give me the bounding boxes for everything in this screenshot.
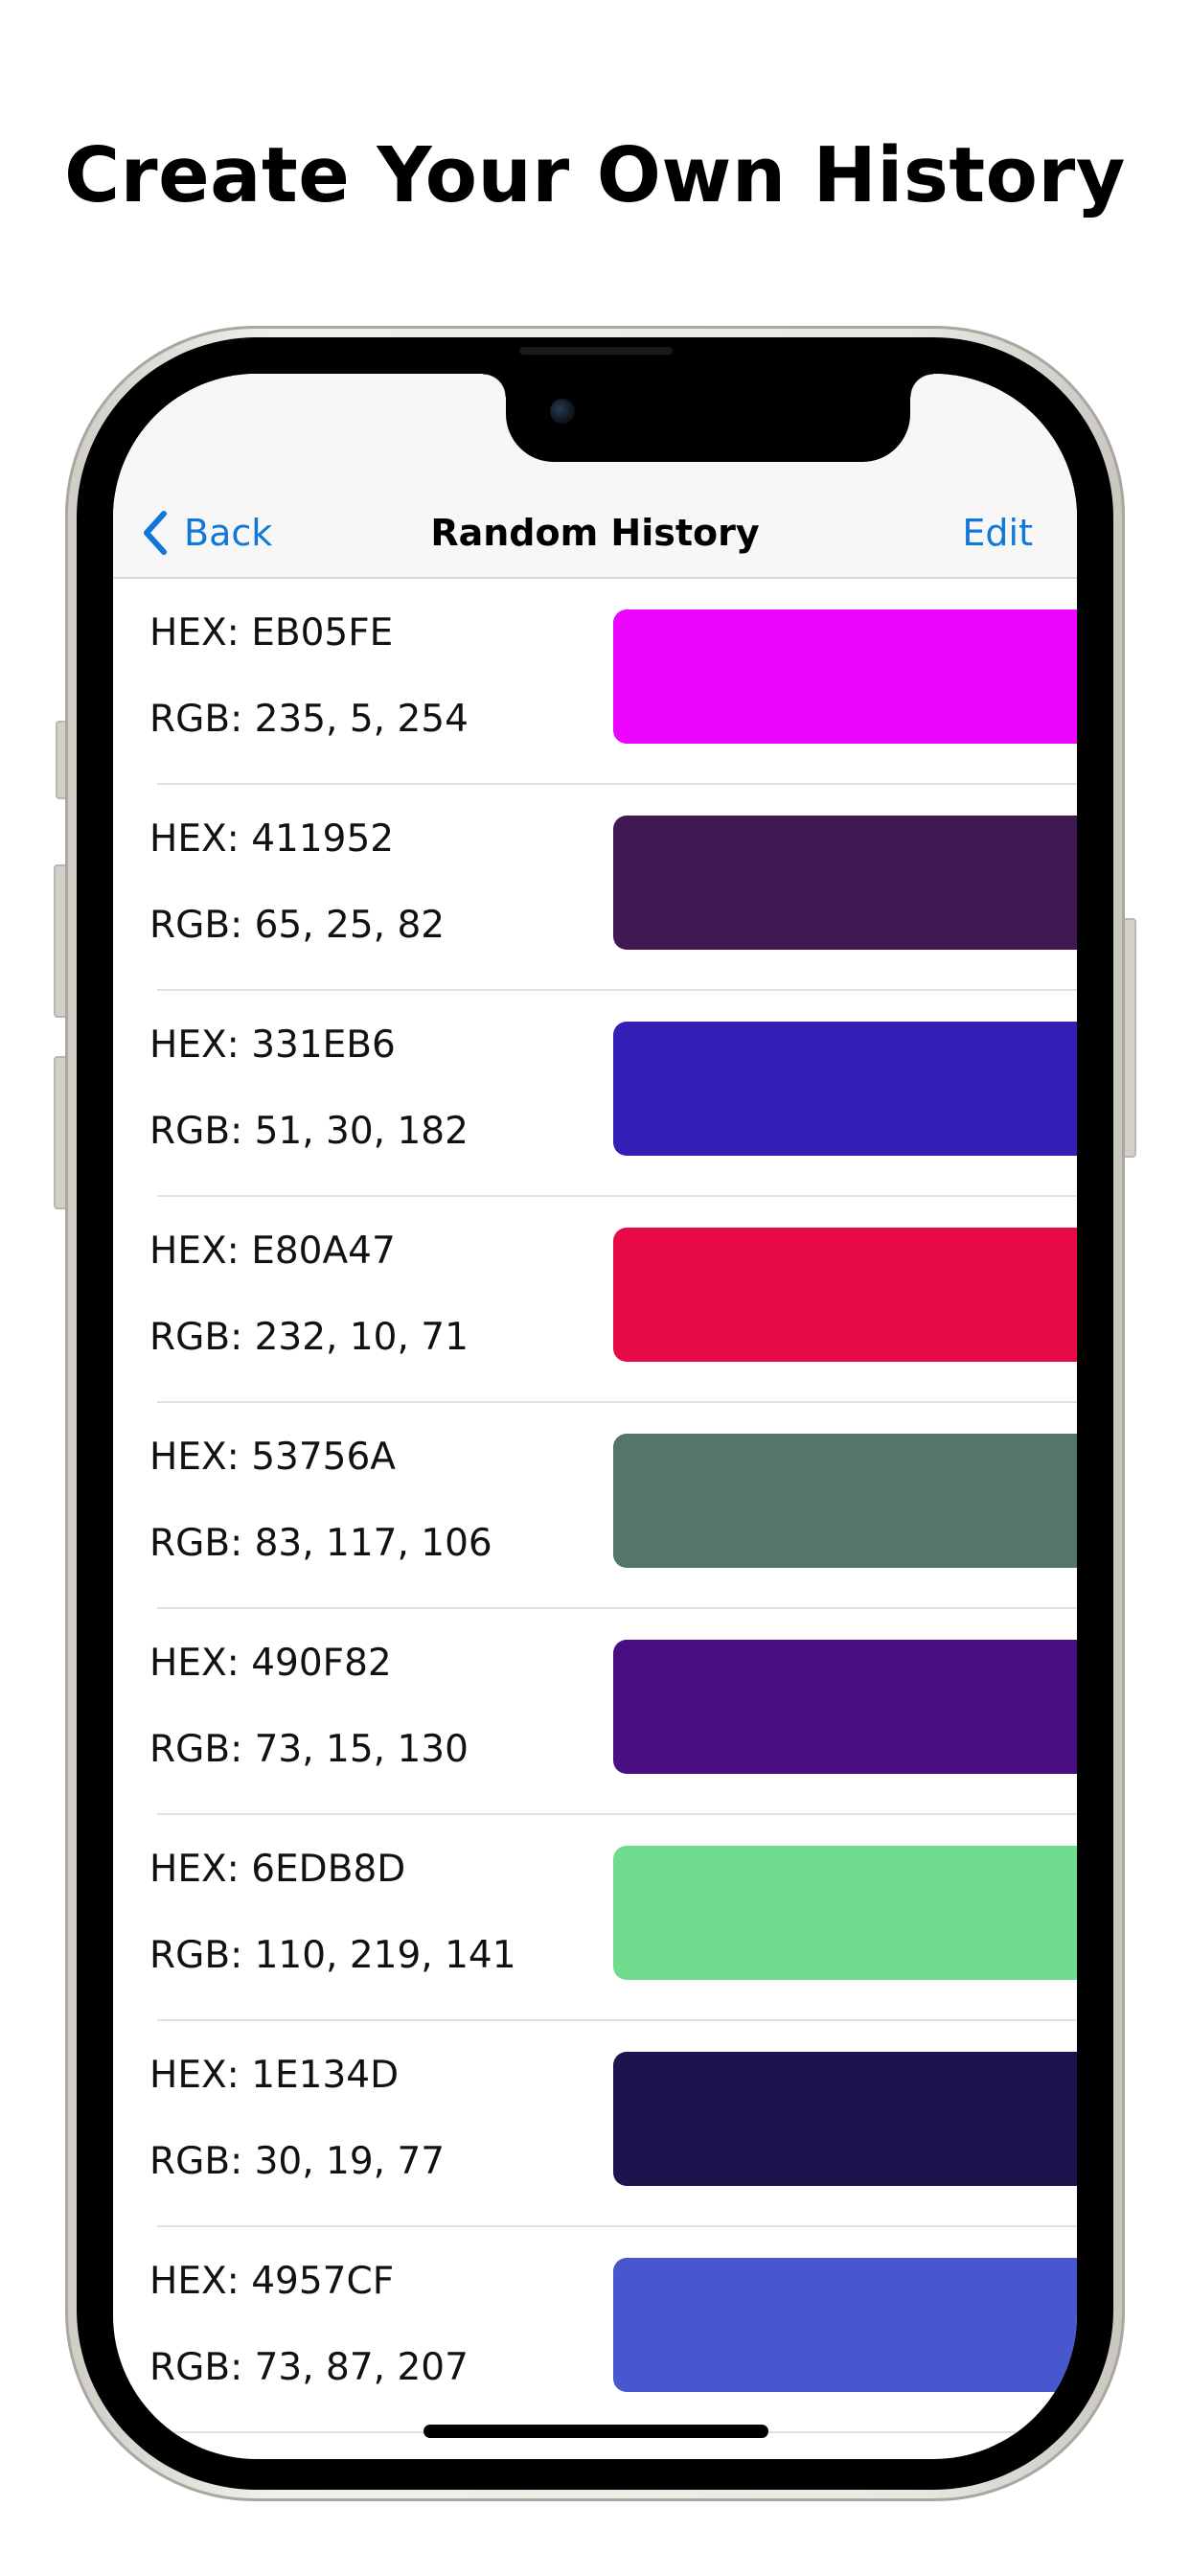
rgb-value-label: RGB: 73, 87, 207 — [149, 2346, 469, 2389]
hex-value-label: HEX: 53756A — [149, 1436, 396, 1479]
front-camera-icon — [550, 399, 575, 424]
hex-value-label: HEX: 331EB6 — [149, 1024, 396, 1067]
list-item[interactable]: HEX: 53756A RGB: 83, 117, 106 — [113, 1403, 1077, 1609]
hex-value-label: HEX: 6EDB8D — [149, 1848, 406, 1891]
list-item[interactable]: HEX: EB05FE RGB: 235, 5, 254 — [113, 579, 1077, 785]
history-list: HEX: EB05FE RGB: 235, 5, 254 HEX: 411952 RG… — [113, 579, 1077, 2433]
color-swatch — [613, 1228, 1077, 1362]
list-item[interactable]: HEX: E80A47 RGB: 232, 10, 71 — [113, 1197, 1077, 1403]
phone-screen: Back Random History Edit HEX: EB05FE RGB:… — [113, 374, 1077, 2459]
list-item[interactable]: HEX: 6EDB8D RGB: 110, 219, 141 — [113, 1815, 1077, 2021]
hex-value-label: HEX: E80A47 — [149, 1230, 396, 1273]
color-swatch — [613, 816, 1077, 950]
rgb-value-label: RGB: 65, 25, 82 — [149, 904, 446, 947]
color-swatch — [613, 1846, 1077, 1980]
color-swatch — [613, 2052, 1077, 2186]
home-indicator[interactable] — [423, 2425, 768, 2438]
promo-headline: Create Your Own History — [64, 131, 1126, 219]
rgb-value-label: RGB: 73, 15, 130 — [149, 1728, 469, 1771]
hex-value-label: HEX: 411952 — [149, 817, 395, 861]
rgb-value-label: RGB: 51, 30, 182 — [149, 1110, 469, 1153]
list-item[interactable]: HEX: 331EB6 RGB: 51, 30, 182 — [113, 991, 1077, 1197]
color-swatch — [613, 610, 1077, 744]
color-swatch — [613, 1640, 1077, 1774]
hex-value-label: HEX: EB05FE — [149, 611, 394, 655]
hex-value-label: HEX: 4957CF — [149, 2260, 395, 2303]
edit-button[interactable]: Edit — [962, 506, 1033, 560]
hex-value-label: HEX: 1E134D — [149, 2054, 400, 2097]
color-swatch — [613, 1434, 1077, 1568]
color-swatch — [613, 2258, 1077, 2392]
list-item[interactable]: HEX: 490F82 RGB: 73, 15, 130 — [113, 1609, 1077, 1815]
rgb-value-label: RGB: 235, 5, 254 — [149, 698, 469, 741]
list-item[interactable]: HEX: 1E134D RGB: 30, 19, 77 — [113, 2021, 1077, 2227]
back-button-label: Back — [184, 512, 273, 554]
app-store-screenshot: Create Your Own History Back Random Hist… — [0, 0, 1190, 2576]
color-swatch — [613, 1022, 1077, 1156]
rgb-value-label: RGB: 83, 117, 106 — [149, 1522, 492, 1565]
rgb-value-label: RGB: 110, 219, 141 — [149, 1934, 516, 1977]
rgb-value-label: RGB: 232, 10, 71 — [149, 1316, 469, 1359]
list-item[interactable]: HEX: 4957CF RGB: 73, 87, 207 — [113, 2227, 1077, 2433]
chevron-left-icon — [144, 511, 167, 555]
list-item[interactable]: HEX: 411952 RGB: 65, 25, 82 — [113, 785, 1077, 991]
earpiece-speaker — [519, 347, 673, 355]
back-button[interactable]: Back — [140, 506, 272, 560]
camera-notch — [483, 374, 933, 462]
rgb-value-label: RGB: 30, 19, 77 — [149, 2140, 446, 2183]
hex-value-label: HEX: 490F82 — [149, 1642, 392, 1685]
